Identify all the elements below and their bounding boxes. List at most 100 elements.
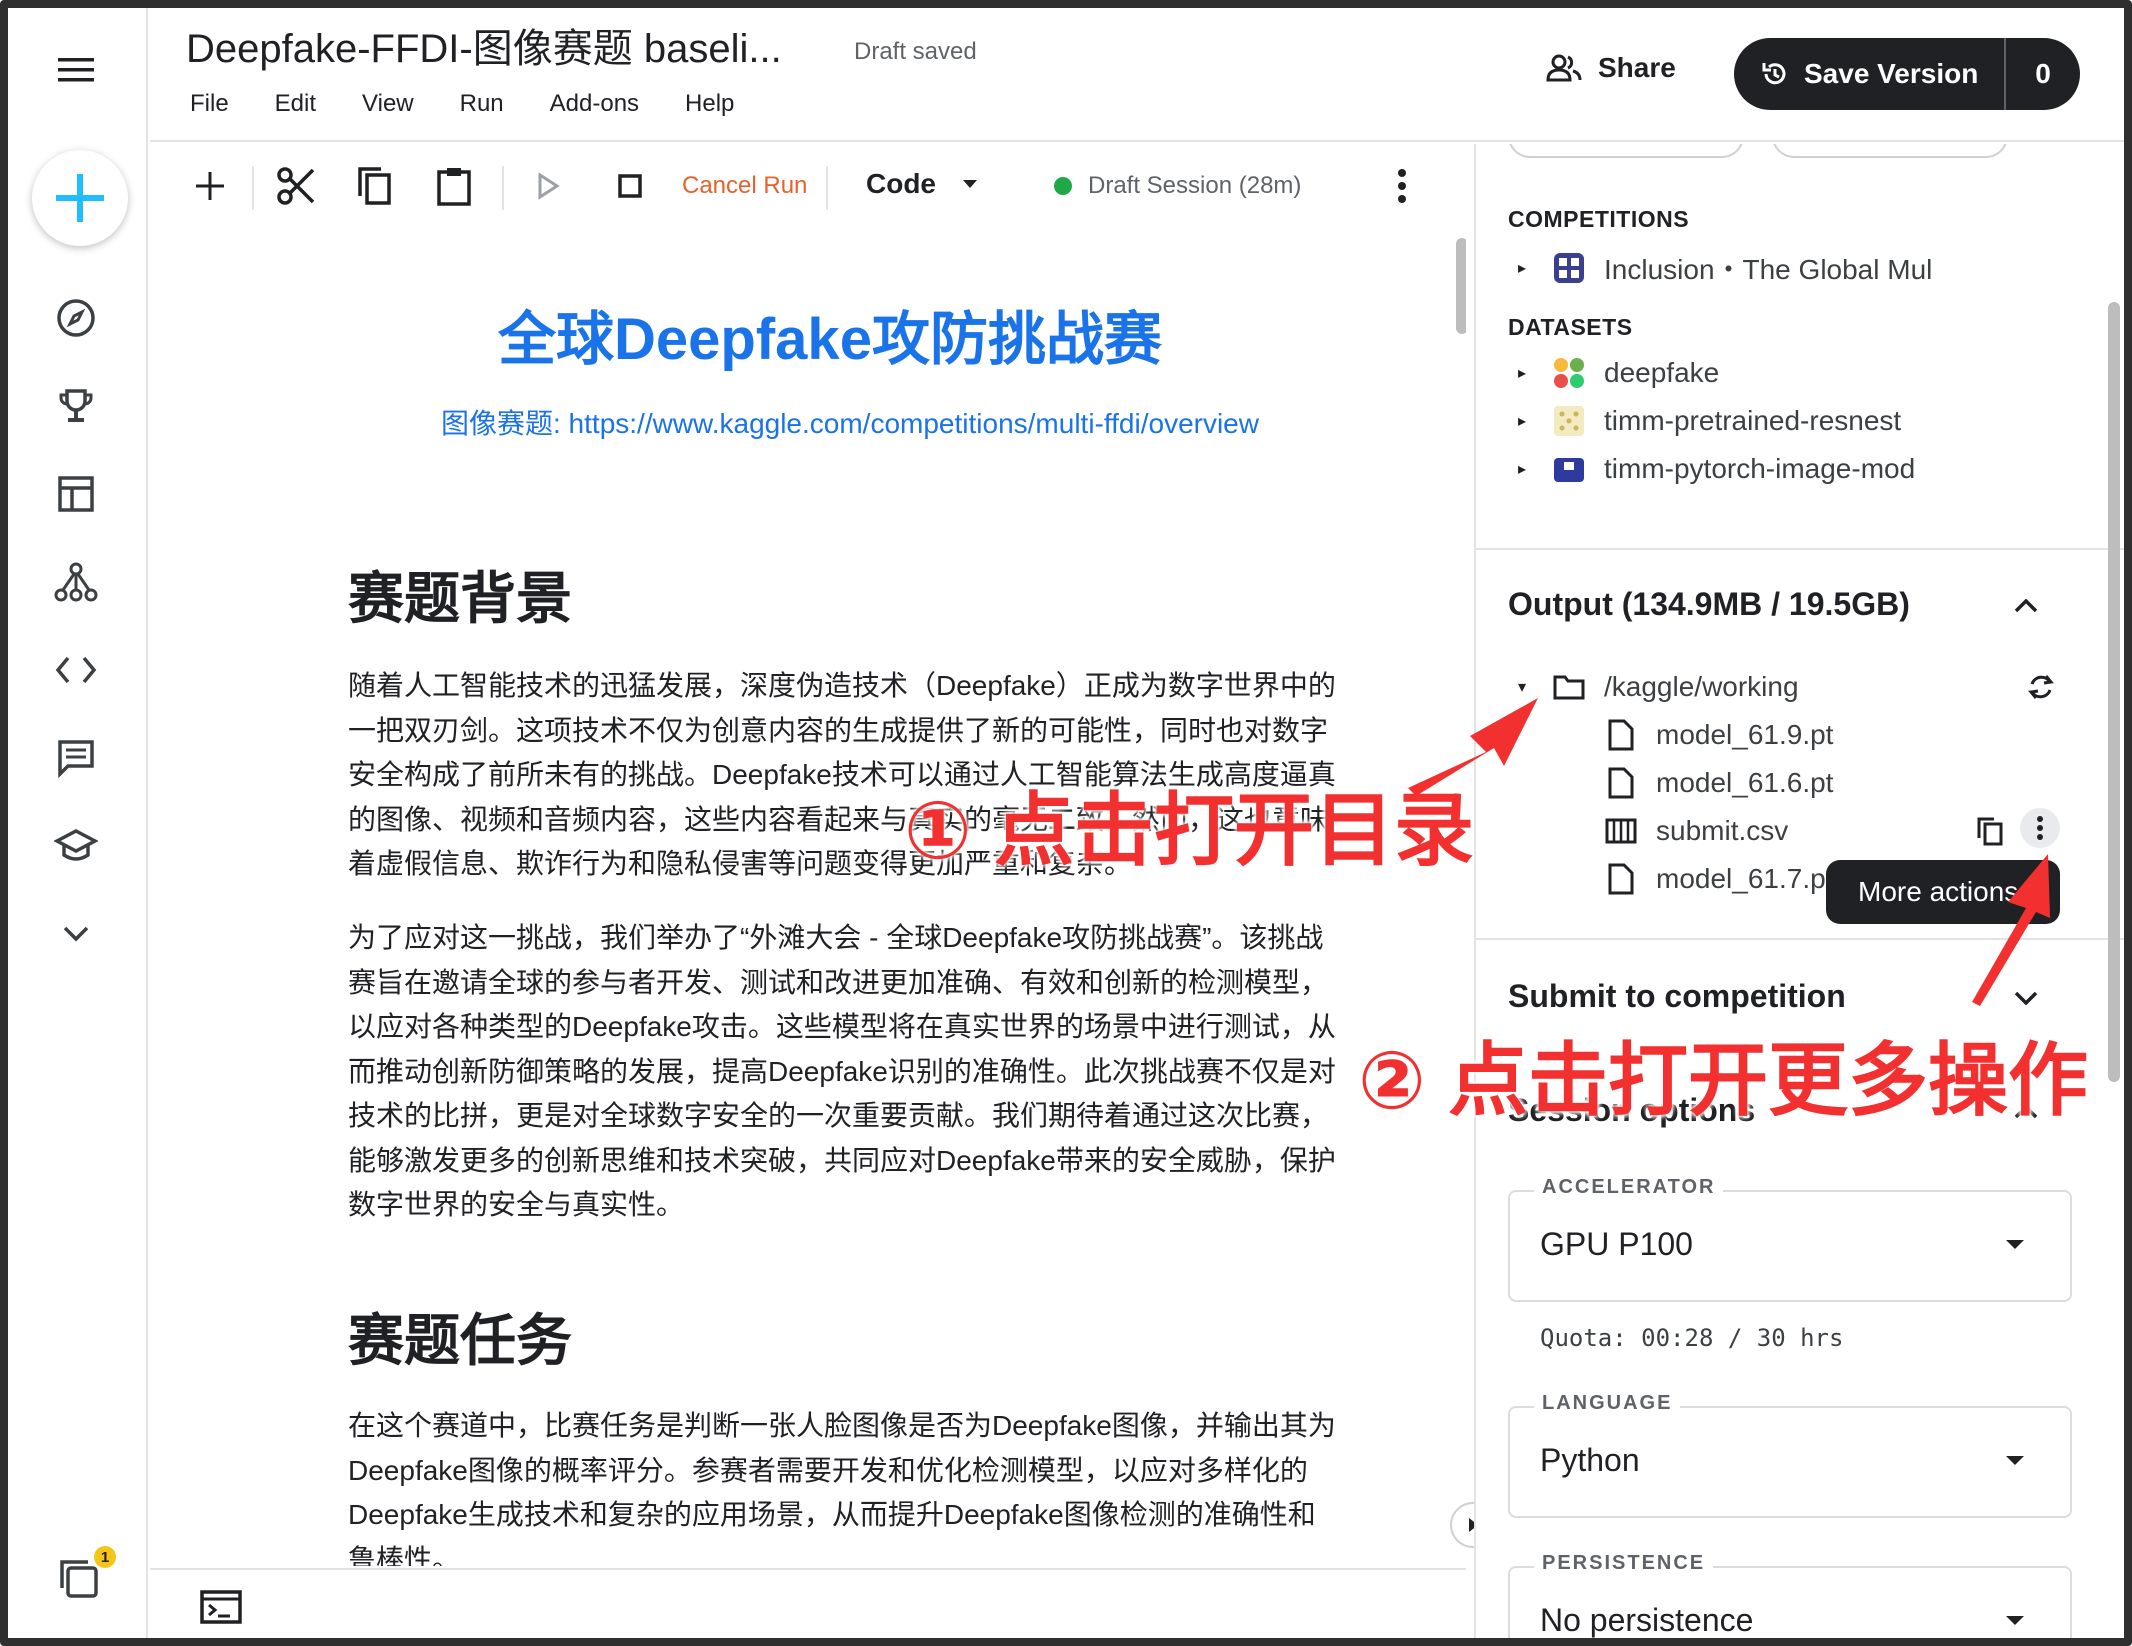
accelerator-select[interactable]: ACCELERATOR GPU P100 xyxy=(1508,1176,2072,1302)
console-button[interactable] xyxy=(200,1590,242,1629)
dropdown-arrow-icon xyxy=(2006,1456,2024,1465)
file-name: model_61.9.pt xyxy=(1656,719,1834,750)
persistence-value: No persistence xyxy=(1540,1602,1754,1638)
annotation-step-1: ① 点击打开目录 xyxy=(904,786,1474,875)
more-actions-tooltip: More actions xyxy=(1826,860,2060,924)
menu-help[interactable]: Help xyxy=(685,90,734,118)
output-title: Output (134.9MB / 19.5GB) xyxy=(1508,586,1910,622)
dataset-item[interactable]: ▸ timm-pytorch-image-mod xyxy=(1518,452,1915,486)
language-label: LANGUAGE xyxy=(1534,1392,1681,1415)
explore-compass-icon[interactable] xyxy=(52,294,100,342)
section-task-paragraph-1: 在这个赛道中，比赛任务是判断一张人脸图像是否为Deepfake图像，并输出其为 … xyxy=(348,1410,1336,1566)
code-brackets-icon[interactable] xyxy=(52,646,100,694)
share-label: Share xyxy=(1598,52,1676,83)
add-cell-button[interactable] xyxy=(188,162,232,210)
collapse-output-button[interactable] xyxy=(2006,586,2046,626)
expand-arrow-icon[interactable]: ▸ xyxy=(1518,258,1528,278)
recent-pages-icon xyxy=(60,1560,98,1598)
panel-pill-button[interactable] xyxy=(1772,144,2008,158)
section-background-paragraph-2: 为了应对这一挑战，我们举办了“外滩大会 - 全球Deepfake攻防挑战赛”。该… xyxy=(348,922,1336,1220)
expand-arrow-icon[interactable]: ▸ xyxy=(1518,459,1528,479)
folder-path: /kaggle/working xyxy=(1604,671,1799,702)
accelerator-value: GPU P100 xyxy=(1540,1226,1693,1262)
file-icon xyxy=(1604,766,1638,800)
notebook-content: 全球Deepfake攻防挑战赛 图像赛题: https://www.kaggle… xyxy=(150,234,1466,1566)
output-folder-row[interactable]: ▾ /kaggle/working xyxy=(1518,670,1799,704)
notebook-toolbar: Cancel Run Code Draft Session (28m) xyxy=(150,144,1466,234)
language-select[interactable]: LANGUAGE Python xyxy=(1508,1392,2072,1518)
dataset-name: timm-pretrained-resnest xyxy=(1604,405,1902,436)
right-panel: COMPETITIONS ▸ Inclusion・The Global Mul … xyxy=(1474,144,2124,1638)
datasets-table-icon[interactable] xyxy=(52,470,100,518)
dataset-name: deepfake xyxy=(1604,357,1720,388)
competition-logo-icon xyxy=(1552,251,1586,285)
recently-viewed-button[interactable]: 1 xyxy=(56,1546,116,1612)
hamburger-menu-icon[interactable] xyxy=(52,46,100,94)
copy-cell-button[interactable] xyxy=(352,162,396,210)
discussions-comment-icon[interactable] xyxy=(52,734,100,782)
competition-link[interactable]: 图像赛题: https://www.kaggle.com/competition… xyxy=(150,402,1466,442)
accelerator-label: ACCELERATOR xyxy=(1534,1176,1724,1199)
output-file-row[interactable]: submit.csv xyxy=(1604,814,1788,848)
paste-cell-button[interactable] xyxy=(432,162,476,210)
dropdown-arrow-icon xyxy=(963,180,977,188)
dataset-item[interactable]: ▸ deepfake xyxy=(1518,356,1719,390)
file-more-actions-button[interactable] xyxy=(2020,808,2060,848)
save-version-button[interactable]: Save Version 0 xyxy=(1734,38,2080,110)
copy-path-button[interactable] xyxy=(1976,816,2004,851)
file-name: model_61.7.pt xyxy=(1656,863,1834,894)
output-file-row[interactable]: model_61.6.pt xyxy=(1604,766,1833,800)
menu-view[interactable]: View xyxy=(362,90,414,118)
expand-arrow-icon[interactable]: ▸ xyxy=(1518,411,1528,431)
menu-edit[interactable]: Edit xyxy=(275,90,316,118)
stop-button[interactable] xyxy=(608,162,652,210)
menu-run[interactable]: Run xyxy=(460,90,504,118)
cut-cell-button[interactable] xyxy=(274,162,318,210)
cell-type-select[interactable]: Code xyxy=(866,168,978,200)
chevron-down-icon xyxy=(2014,991,2038,1005)
output-file-row[interactable]: model_61.7.pt xyxy=(1604,862,1833,896)
file-icon xyxy=(1604,862,1638,896)
notification-badge: 1 xyxy=(94,1546,116,1568)
dataset-name: timm-pytorch-image-mod xyxy=(1604,453,1916,484)
output-file-row[interactable]: model_61.9.pt xyxy=(1604,718,1833,752)
competition-item[interactable]: ▸ Inclusion・The Global Mul xyxy=(1518,248,1932,288)
run-cell-button[interactable] xyxy=(526,162,570,210)
submit-title[interactable]: Submit to competition xyxy=(1508,978,1846,1015)
dropdown-arrow-icon xyxy=(2006,1616,2024,1625)
learn-graduation-cap-icon[interactable] xyxy=(52,822,100,870)
panel-pill-button[interactable] xyxy=(1508,144,1744,158)
share-button[interactable]: Share xyxy=(1546,52,1676,84)
notebook-scrollbar[interactable] xyxy=(1456,238,1466,334)
kebab-menu-icon xyxy=(2037,816,2043,840)
table-file-icon xyxy=(1604,814,1638,848)
refresh-output-button[interactable] xyxy=(2026,672,2056,707)
panel-scrollbar[interactable] xyxy=(2108,302,2120,1082)
draft-status: Draft saved xyxy=(854,38,977,65)
more-chevron-down-icon[interactable] xyxy=(52,910,100,958)
session-status[interactable]: Draft Session (28m) xyxy=(1054,172,1301,200)
stop-icon xyxy=(618,174,642,198)
persistence-select[interactable]: PERSISTENCE No persistence xyxy=(1508,1552,2072,1638)
save-version-label: Save Version xyxy=(1804,58,1979,89)
dataset-pytorch-icon xyxy=(1552,452,1586,486)
dataset-item[interactable]: ▸ timm-pretrained-resnest xyxy=(1518,404,1901,438)
section-title-background: 赛题背景 xyxy=(348,567,572,630)
file-name: model_61.6.pt xyxy=(1656,767,1834,798)
notebook-title[interactable]: Deepfake-FFDI-图像赛题 baseli... xyxy=(186,16,782,74)
create-button[interactable] xyxy=(32,150,128,246)
collapse-arrow-icon[interactable]: ▾ xyxy=(1518,677,1528,697)
app-frame: 1 Deepfake-FFDI-图像赛题 baseli... Draft sav… xyxy=(0,0,2132,1646)
menu-file[interactable]: File xyxy=(190,90,229,118)
version-count[interactable]: 0 xyxy=(2006,58,2080,90)
menu-add-ons[interactable]: Add-ons xyxy=(550,90,639,118)
scissors-icon xyxy=(277,167,315,205)
competitions-trophy-icon[interactable] xyxy=(52,382,100,430)
competitions-label: COMPETITIONS xyxy=(1508,206,1690,232)
more-options-button[interactable] xyxy=(1382,162,1422,210)
expand-arrow-icon[interactable]: ▸ xyxy=(1518,363,1528,383)
models-graph-icon[interactable] xyxy=(52,558,100,606)
expand-submit-button[interactable] xyxy=(2006,978,2046,1018)
file-name: submit.csv xyxy=(1656,815,1789,846)
cancel-run-button[interactable]: Cancel Run xyxy=(682,172,807,200)
